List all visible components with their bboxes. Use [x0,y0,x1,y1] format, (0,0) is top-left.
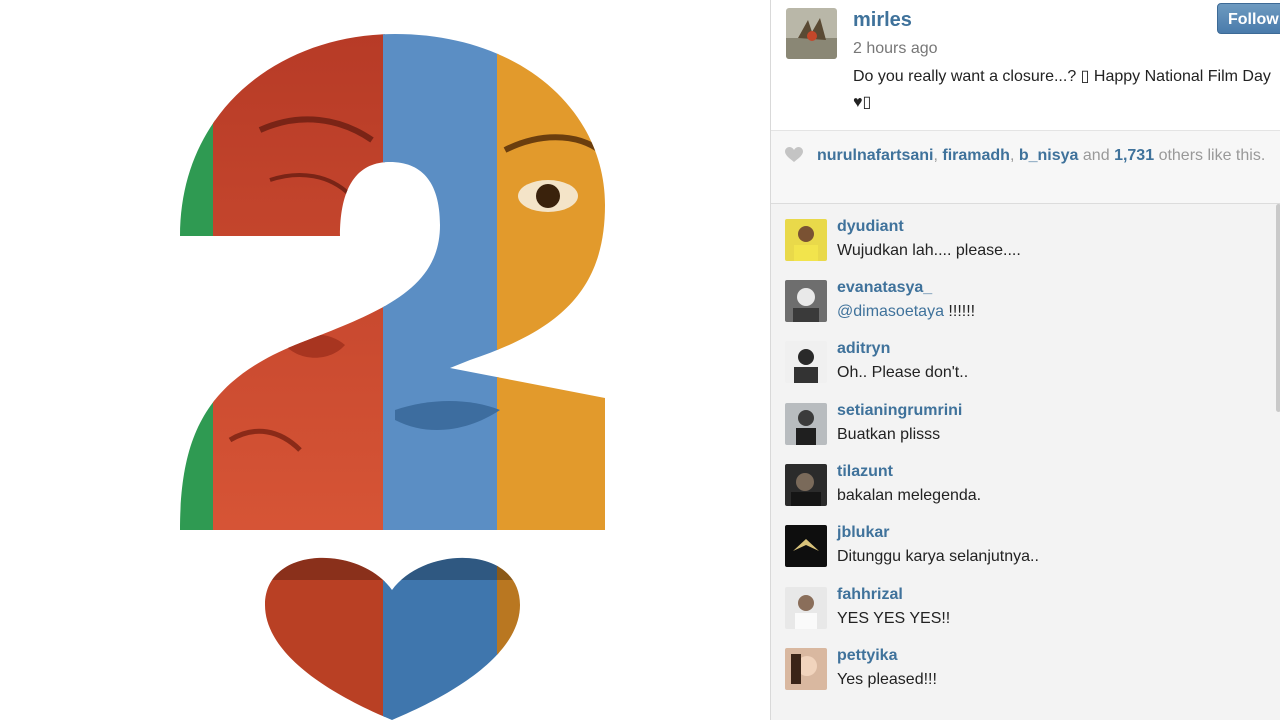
commenter-avatar[interactable] [785,587,827,629]
commenter-avatar[interactable] [785,464,827,506]
commenter-username[interactable]: pettyika [837,647,897,665]
commenter-username[interactable]: tilazunt [837,463,893,481]
comment-text: Ditunggu karya selanjutnya.. [837,548,1039,565]
comment-item: dyudiant Wujudkan lah.... please.... [771,204,1276,265]
comment-text: Yes pleased!!! [837,671,937,688]
commenter-avatar[interactable] [785,525,827,567]
likes-count[interactable]: 1,731 [1114,147,1154,164]
poster-artwork [180,34,605,720]
comment-item: pettyika Yes pleased!!! [771,633,1276,694]
comment-item: tilazunt bakalan melegenda. [771,449,1276,510]
heart-icon[interactable] [785,147,803,163]
commenter-avatar[interactable] [785,219,827,261]
number-two-shape [180,34,605,530]
comment-text: Buatkan plisss [837,426,941,443]
liker-link[interactable]: nurulnafartsani [817,147,933,164]
commenter-avatar[interactable] [785,403,827,445]
post-image[interactable] [0,0,770,720]
liker-link[interactable]: b_nisya [1019,147,1079,164]
commenter-avatar[interactable] [785,280,827,322]
mention-link[interactable]: @dimasoetaya [837,303,944,320]
commenter-avatar[interactable] [785,341,827,383]
commenter-username[interactable]: fahhrizal [837,586,903,604]
comment-text: bakalan melegenda. [837,487,982,504]
comment-item: jblukar Ditunggu karya selanjutnya.. [771,510,1276,571]
commenter-username[interactable]: jblukar [837,524,889,542]
likes-text: nurulnafartsani, firamadh, b_nisya and 1… [817,147,1266,164]
heart-shape [265,557,520,720]
comments-scrollbar[interactable] [1276,204,1280,412]
commenter-username[interactable]: evanatasya_ [837,279,932,297]
comment-text: @dimasoetaya !!!!!! [837,303,976,320]
comment-item: evanatasya_ @dimasoetaya !!!!!! [771,265,1276,326]
comment-text: YES YES YES!! [837,610,951,627]
comment-item: fahhrizal YES YES YES!! [771,572,1276,633]
comment-item: setianingrumrini Buatkan plisss [771,388,1276,449]
owner-username[interactable]: mirles [853,9,912,32]
commenter-username[interactable]: aditryn [837,340,890,358]
commenter-username[interactable]: dyudiant [837,218,904,236]
post-header: mirles 2 hours ago Do you really want a … [771,0,1280,131]
comment-text: Wujudkan lah.... please.... [837,242,1021,259]
likes-summary: nurulnafartsani, firamadh, b_nisya and 1… [771,131,1280,204]
owner-avatar[interactable] [786,8,837,59]
follow-button[interactable]: Follow [1217,3,1280,34]
comment-text: Oh.. Please don't.. [837,364,969,381]
post-caption: Do you really want a closure...? ▯ Happy… [853,68,1271,111]
comment-list: dyudiant Wujudkan lah.... please.... eva… [771,204,1280,720]
liker-link[interactable]: firamadh [942,147,1010,164]
post-details-panel: mirles 2 hours ago Do you really want a … [770,0,1280,720]
commenter-avatar[interactable] [785,648,827,690]
post-timestamp[interactable]: 2 hours ago [853,40,938,58]
comment-item: aditryn Oh.. Please don't.. [771,326,1276,387]
commenter-username[interactable]: setianingrumrini [837,402,962,420]
